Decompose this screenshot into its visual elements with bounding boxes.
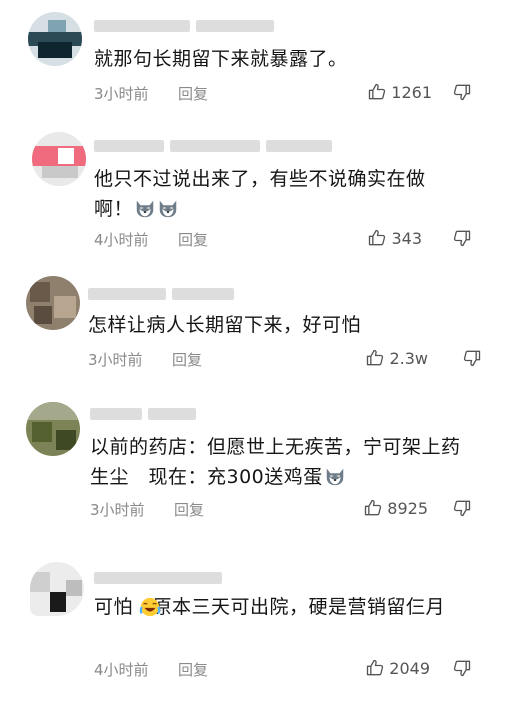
like-button[interactable]: 2.3w [365, 348, 428, 368]
comment-time: 4小时前 [94, 230, 149, 249]
like-count: 343 [391, 228, 422, 248]
comment-feed: 就那句长期留下来就暴露了。 3小时前 回复 1261 他只不过说出来了，有些不说… [0, 0, 512, 702]
reply-button[interactable]: 回复 [174, 499, 204, 520]
comment-item: 他只不过说出来了，有些不说确实在做啊！ 4小时前 回复 343 [0, 128, 512, 268]
thumb-down-icon [452, 498, 472, 518]
avatar[interactable] [28, 12, 82, 66]
reply-button[interactable]: 回复 [178, 229, 208, 250]
like-button[interactable]: 1261 [367, 82, 432, 102]
like-button[interactable]: 8925 [363, 498, 428, 518]
username-blurred[interactable] [94, 18, 274, 34]
comment-time: 3小时前 [94, 84, 149, 103]
reply-button[interactable]: 回复 [178, 83, 208, 104]
comment-item: 怎样让病人长期留下来，好可怕 3小时前 回复 2.3w [0, 272, 512, 382]
dislike-button[interactable] [452, 658, 472, 678]
comment-time: 3小时前 [90, 500, 145, 519]
comment-time: 3小时前 [88, 350, 143, 369]
dislike-button[interactable] [452, 228, 472, 248]
like-count: 2.3w [389, 348, 428, 368]
thumb-down-icon [452, 658, 472, 678]
dislike-button[interactable] [452, 498, 472, 518]
comment-text: 怎样让病人长期留下来，好可怕 [88, 314, 362, 336]
comment-text: 他只不过说出来了，有些不说确实在做啊！ [94, 168, 426, 220]
comment-text: 就那句长期留下来就暴露了。 [94, 48, 348, 70]
like-button[interactable]: 2049 [365, 658, 430, 678]
thumb-down-icon [462, 348, 482, 368]
thumb-up-icon [365, 348, 385, 368]
avatar[interactable] [30, 562, 84, 616]
thumb-up-icon [367, 228, 387, 248]
username-blurred[interactable] [94, 570, 222, 586]
thumb-up-icon [367, 82, 387, 102]
username-blurred[interactable] [90, 406, 196, 422]
thumb-down-icon [452, 228, 472, 248]
reply-button[interactable]: 回复 [178, 659, 208, 680]
husky-face-icon [324, 465, 346, 487]
thumb-down-icon [452, 82, 472, 102]
like-count: 8925 [387, 498, 428, 518]
laughing-crying-face-icon [139, 596, 161, 618]
comment-text: 以前的药店：但愿世上无疾苦，宁可架上药生尘 现在：充300送鸡蛋 [90, 436, 461, 488]
avatar[interactable] [32, 132, 86, 186]
thumb-up-icon [363, 498, 383, 518]
comment-time: 4小时前 [94, 660, 149, 679]
comment-item: 就那句长期留下来就暴露了。 3小时前 回复 1261 [0, 0, 512, 120]
comment-meta: 4小时前 回复 [94, 228, 484, 250]
husky-face-icon [134, 197, 156, 219]
avatar[interactable] [26, 402, 80, 456]
username-blurred[interactable] [94, 138, 332, 154]
like-count: 2049 [389, 658, 430, 678]
username-blurred[interactable] [88, 286, 234, 302]
thumb-up-icon [365, 658, 385, 678]
husky-face-icon [157, 197, 179, 219]
comment-item: 可怕 原本三天可出院，硬是营销留仨月 4小时前 回复 2049 [0, 556, 512, 696]
comment-item: 以前的药店：但愿世上无疾苦，宁可架上药生尘 现在：充300送鸡蛋 3小时前 回复… [0, 398, 512, 538]
reply-button[interactable]: 回复 [172, 349, 202, 370]
like-button[interactable]: 343 [367, 228, 422, 248]
dislike-button[interactable] [462, 348, 482, 368]
like-count: 1261 [391, 82, 432, 102]
dislike-button[interactable] [452, 82, 472, 102]
avatar[interactable] [26, 276, 80, 330]
